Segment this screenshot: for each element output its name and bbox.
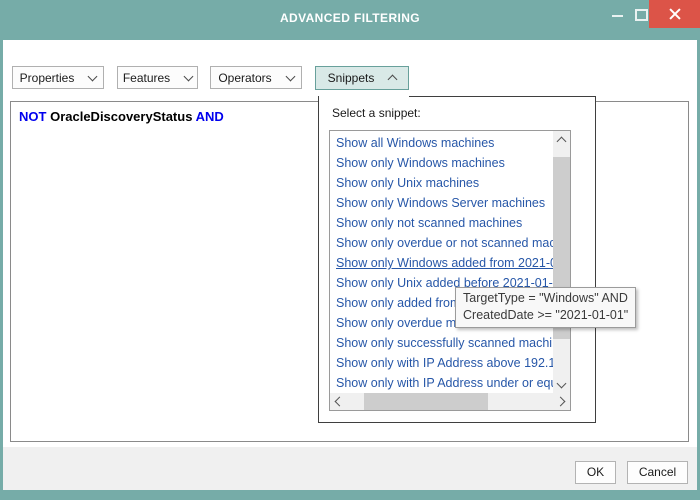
snippet-tooltip: TargetType = "Windows" AND CreatedDate >…: [455, 287, 636, 328]
snippet-item[interactable]: Show only Windows Server machines: [330, 193, 553, 213]
snippet-item-hovered[interactable]: Show only Windows added from 2021-01-01: [330, 253, 553, 273]
expression-field: OracleDiscoveryStatus: [50, 109, 192, 124]
chevron-up-icon: [388, 75, 398, 85]
snippet-item[interactable]: Show only Windows machines: [330, 153, 553, 173]
title-bar: ADVANCED FILTERING: [0, 0, 700, 40]
snippet-item[interactable]: Show only with IP Address above 192.168.…: [330, 353, 553, 373]
maximize-icon: [635, 9, 648, 21]
snippet-panel-label: Select a snippet:: [332, 106, 421, 120]
close-button[interactable]: [649, 0, 700, 28]
window-border-left: [0, 40, 3, 490]
cancel-button[interactable]: Cancel: [627, 461, 688, 484]
features-dropdown-button[interactable]: Features: [117, 66, 198, 89]
horizontal-scrollbar[interactable]: [330, 393, 570, 410]
snippet-item[interactable]: Show only with IP Address under or equal…: [330, 373, 553, 391]
advanced-filtering-dialog: ADVANCED FILTERING Properties Features O…: [0, 0, 700, 500]
snippets-dropdown-label: Snippets: [328, 71, 375, 85]
minimize-button[interactable]: [605, 0, 629, 34]
snippet-item[interactable]: Show only not scanned machines: [330, 213, 553, 233]
snippet-list: Show all Windows machines Show only Wind…: [330, 133, 553, 391]
snippets-panel: Select a snippet: Show all Windows machi…: [318, 96, 596, 423]
chevron-right-icon: [556, 397, 566, 407]
chevron-down-icon: [88, 71, 98, 81]
properties-dropdown-button[interactable]: Properties: [12, 66, 104, 89]
chevron-up-icon: [557, 137, 567, 147]
snippet-item[interactable]: Show only Unix machines: [330, 173, 553, 193]
scroll-right-button[interactable]: [553, 393, 570, 410]
operators-dropdown-label: Operators: [218, 71, 271, 85]
panel-notch: [319, 96, 409, 97]
snippet-item[interactable]: Show only successfully scanned machines: [330, 333, 553, 353]
chevron-down-icon: [557, 379, 567, 389]
close-icon: [669, 8, 680, 19]
tooltip-line: TargetType = "Windows" AND: [463, 290, 628, 307]
chevron-down-icon: [285, 71, 295, 81]
tooltip-line: CreatedDate >= "2021-01-01": [463, 307, 628, 324]
scroll-left-button[interactable]: [330, 393, 347, 410]
expression-keyword: AND: [196, 109, 224, 124]
chevron-down-icon: [184, 71, 194, 81]
scroll-down-button[interactable]: [553, 376, 570, 393]
features-dropdown-label: Features: [123, 71, 170, 85]
minimize-icon: [612, 15, 623, 17]
chevron-left-icon: [335, 397, 345, 407]
vertical-scrollbar[interactable]: [553, 131, 570, 393]
snippet-item[interactable]: Show all Windows machines: [330, 133, 553, 153]
scroll-up-button[interactable]: [553, 131, 570, 148]
horizontal-scrollbar-thumb[interactable]: [364, 393, 488, 410]
expression-keyword: NOT: [19, 109, 46, 124]
snippets-dropdown-button[interactable]: Snippets: [315, 66, 409, 90]
operators-dropdown-button[interactable]: Operators: [210, 66, 302, 89]
window-title: ADVANCED FILTERING: [0, 0, 700, 36]
snippet-item[interactable]: Show only overdue or not scanned machine…: [330, 233, 553, 253]
ok-button[interactable]: OK: [575, 461, 616, 484]
properties-dropdown-label: Properties: [20, 71, 75, 85]
dialog-footer: OK Cancel: [3, 447, 697, 490]
window-border-bottom: [0, 490, 700, 500]
snippet-listbox: Show all Windows machines Show only Wind…: [329, 130, 571, 411]
